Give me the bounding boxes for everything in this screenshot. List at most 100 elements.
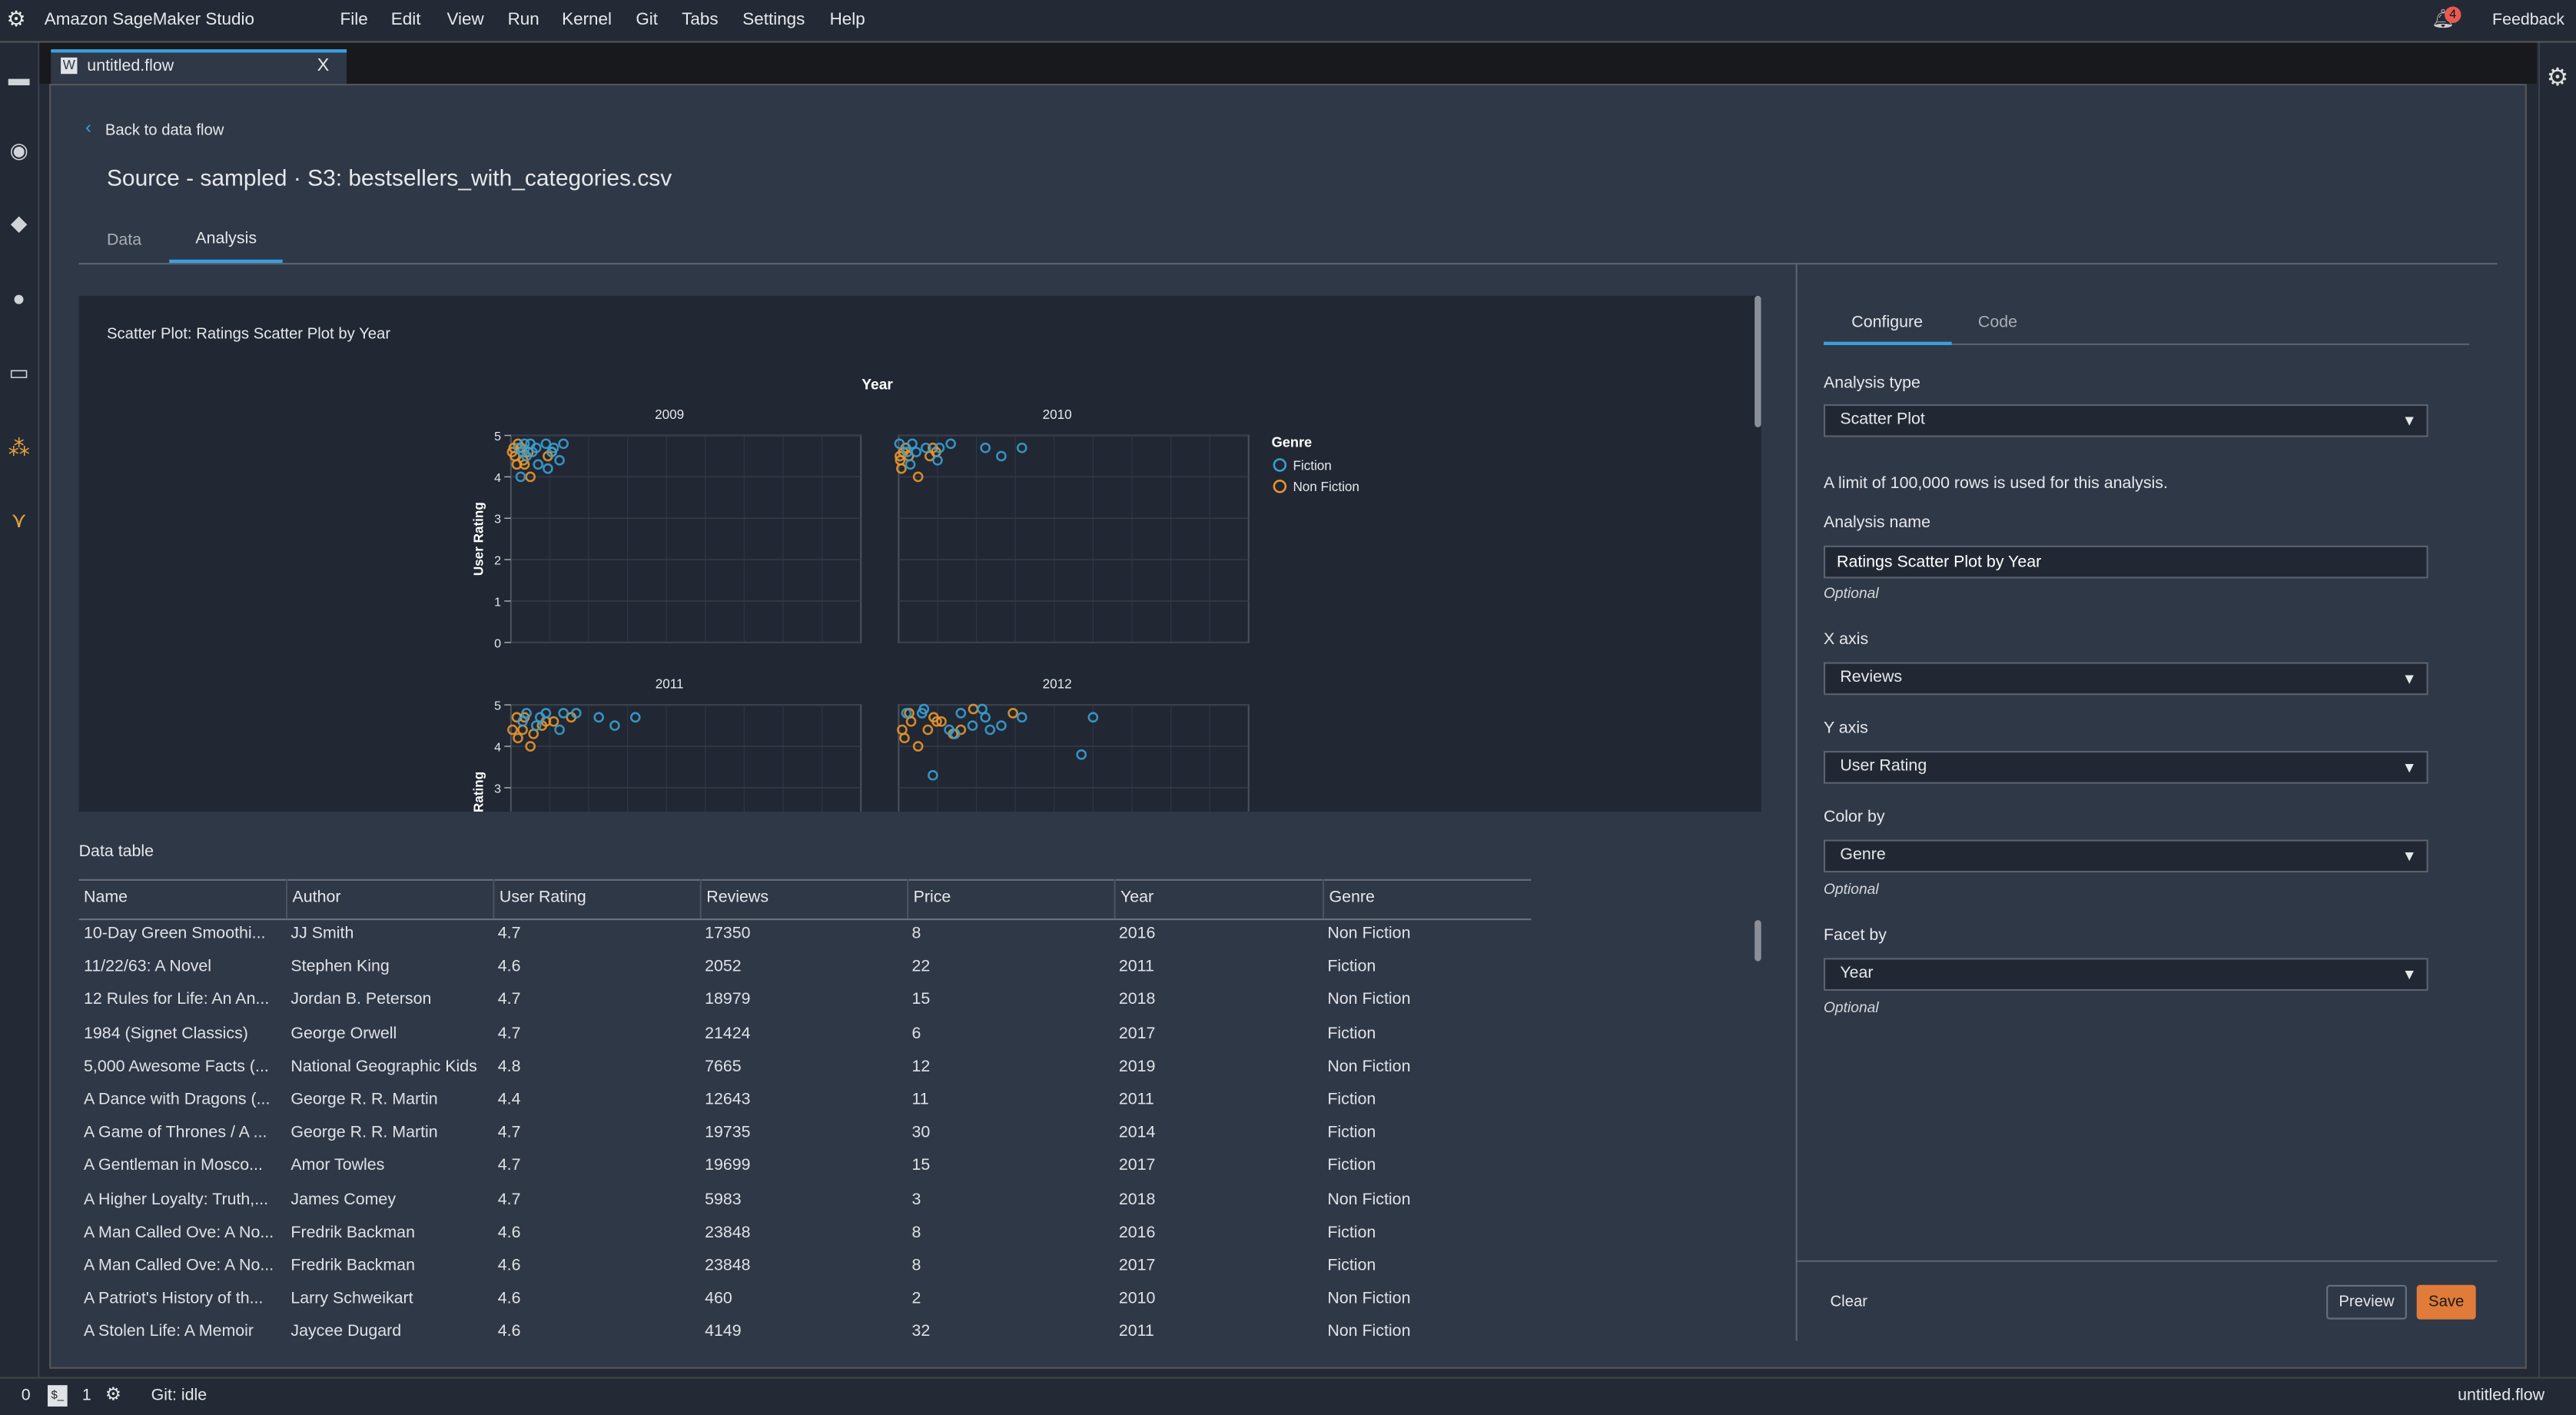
data-point-fiction (609, 720, 620, 731)
column-header-author[interactable]: Author (285, 879, 493, 919)
tab-code[interactable]: Code (1978, 314, 2017, 332)
feedback-link[interactable]: Feedback (2492, 12, 2564, 30)
menu-kernel[interactable]: Kernel (562, 10, 612, 30)
table-row[interactable]: A Higher Loyalty: Truth,... James Comey 4.… (79, 1191, 1532, 1224)
table-row[interactable]: 1984 (Signet Classics) George Orwell 4.7 21… (79, 1025, 1532, 1058)
data-point-fiction (928, 769, 938, 781)
data-point-fiction (967, 720, 978, 731)
x-axis-select[interactable]: Reviews ▼ (1823, 662, 2428, 696)
table-scrollbar[interactable] (1754, 920, 1761, 962)
data-point-fiction (554, 454, 565, 466)
facet-title-2011: 2011 (656, 677, 684, 692)
kernel-chip-icon[interactable]: ⚙ (105, 1383, 121, 1405)
table-cell: Fiction (1327, 1025, 1376, 1043)
table-row[interactable]: 11/22/63: A Novel Stephen King 4.6 2052 22 20… (79, 958, 1532, 991)
menu-help[interactable]: Help (830, 10, 865, 30)
git-icon[interactable]: ◆ (7, 211, 32, 235)
chart-scrollbar[interactable] (1754, 295, 1761, 427)
menu-git[interactable]: Git (636, 10, 658, 30)
table-cell: 6 (911, 1025, 921, 1043)
table-cell: Non Fiction (1327, 925, 1411, 944)
analysis-type-select[interactable]: Scatter Plot ▼ (1823, 404, 2428, 437)
color-by-select[interactable]: Genre ▼ (1823, 839, 2428, 873)
data-point-fiction (996, 450, 1007, 462)
table-cell: A Game of Thrones / A ... (84, 1124, 267, 1143)
table-cell: 2010 (1118, 1290, 1156, 1309)
tab-analysis[interactable]: Analysis (195, 230, 257, 248)
column-header-year[interactable]: Year (1114, 879, 1323, 919)
menu-edit[interactable]: Edit (391, 10, 421, 30)
table-cell: Amor Towles (290, 1157, 385, 1176)
facet-by-select[interactable]: Year ▼ (1823, 958, 2428, 991)
preview-button[interactable]: Preview (2326, 1284, 2407, 1320)
table-row[interactable]: A Patriot's History of th... Larry Schwei… (79, 1290, 1532, 1324)
save-button[interactable]: Save (2416, 1284, 2476, 1320)
terminal-icon[interactable]: $_ (47, 1385, 68, 1407)
table-cell: 5983 (705, 1191, 742, 1209)
table-cell: 2019 (1118, 1058, 1156, 1076)
column-header-reviews[interactable]: Reviews (699, 879, 907, 919)
analysis-name-input[interactable] (1823, 545, 2428, 579)
folder-icon[interactable]: ▬ (7, 66, 32, 91)
pipeline-icon[interactable]: ⋎ (7, 508, 32, 533)
tab-configure[interactable]: Configure (1851, 314, 1923, 332)
y-axis-value: User Rating (1840, 757, 1927, 776)
data-point-fiction (980, 712, 991, 723)
git-status: Git: idle (151, 1387, 207, 1405)
table-cell: A Man Called Ove: A No... (84, 1224, 274, 1242)
table-row[interactable]: A Gentleman in Mosco... Amor Towles 4.7 196… (79, 1158, 1532, 1191)
chevron-left-icon[interactable]: ‹ (85, 118, 91, 138)
sagemaker-studio-window: ⚙ Amazon SageMaker Studio File Edit View… (0, 0, 2576, 1415)
table-cell: 2052 (705, 958, 742, 977)
data-point-fiction (593, 712, 605, 723)
menu-file[interactable]: File (340, 10, 368, 30)
y-axis-select[interactable]: User Rating ▼ (1823, 750, 2428, 784)
table-row[interactable]: 5,000 Awesome Facts (... National Geograp… (79, 1058, 1532, 1091)
table-cell: A Gentleman in Mosco... (84, 1157, 263, 1176)
column-header-name[interactable]: Name (79, 879, 286, 918)
tab-data[interactable]: Data (107, 231, 141, 250)
table-row[interactable]: A Man Called Ove: A No... Fredrik Backman… (79, 1224, 1532, 1257)
clear-button[interactable]: Clear (1831, 1293, 1868, 1311)
column-header-user-rating[interactable]: User Rating (493, 879, 699, 919)
facet-by-value: Year (1840, 964, 1874, 983)
menu-settings[interactable]: Settings (742, 10, 805, 30)
table-row[interactable]: 12 Rules for Life: An An... Jordan B. Pet… (79, 991, 1532, 1025)
facet-title-2010: 2010 (1043, 407, 1072, 422)
analysis-name-label: Analysis name (1823, 514, 1930, 533)
table-cell: Non Fiction (1327, 1323, 1411, 1342)
menu-run[interactable]: Run (508, 10, 539, 30)
stop-circle-icon[interactable]: ◉ (7, 138, 32, 163)
data-point-fiction (558, 708, 569, 719)
table-cell: 4.7 (497, 1124, 521, 1143)
column-header-price[interactable]: Price (907, 879, 1114, 919)
facet-by-label: Facet by (1823, 926, 1887, 945)
table-row[interactable]: A Dance with Dragons (... George R. R. Ma… (79, 1091, 1532, 1124)
back-to-data-flow-link[interactable]: Back to data flow (105, 121, 224, 140)
table-cell: Jaycee Dugard (290, 1323, 402, 1342)
facet-plot-area (898, 704, 1250, 812)
data-point-fiction (530, 720, 542, 731)
table-row[interactable]: 10-Day Green Smoothi... JJ Smith 4.7 17350 8… (79, 925, 1532, 958)
data-point-fiction (554, 724, 565, 736)
window-icon[interactable]: ▭ (7, 360, 32, 384)
column-header-genre[interactable]: Genre (1322, 879, 1532, 919)
row-limit-note: A limit of 100,000 rows is used for this… (1823, 474, 2168, 493)
facet-plot-area (510, 704, 862, 812)
legend-label-non-fiction: Non Fiction (1293, 480, 1359, 494)
gear-icon[interactable]: ⚙ (2547, 62, 2569, 91)
menu-tabs[interactable]: Tabs (682, 10, 718, 30)
palette-icon[interactable]: ● (7, 286, 32, 311)
menu-view[interactable]: View (446, 10, 483, 30)
legend-label-fiction: Fiction (1293, 458, 1331, 473)
close-icon[interactable]: X (317, 56, 330, 76)
data-wrangler-icon[interactable]: ⁂ (7, 436, 32, 460)
data-point-non-fiction (1007, 708, 1018, 719)
table-row[interactable]: A Man Called Ove: A No... Fredrik Backman… (79, 1257, 1532, 1290)
table-row[interactable]: A Game of Thrones / A ... George R. R. Ma… (79, 1124, 1532, 1158)
table-cell: 12 (911, 1058, 931, 1076)
table-row[interactable]: A Stolen Life: A Memoir Jaycee Dugard 4.6 4… (79, 1324, 1532, 1356)
table-cell: JJ Smith (290, 925, 354, 944)
file-tab-untitled-flow[interactable]: W untitled.flow X (51, 49, 347, 85)
table-cell: 2016 (1118, 1224, 1156, 1242)
